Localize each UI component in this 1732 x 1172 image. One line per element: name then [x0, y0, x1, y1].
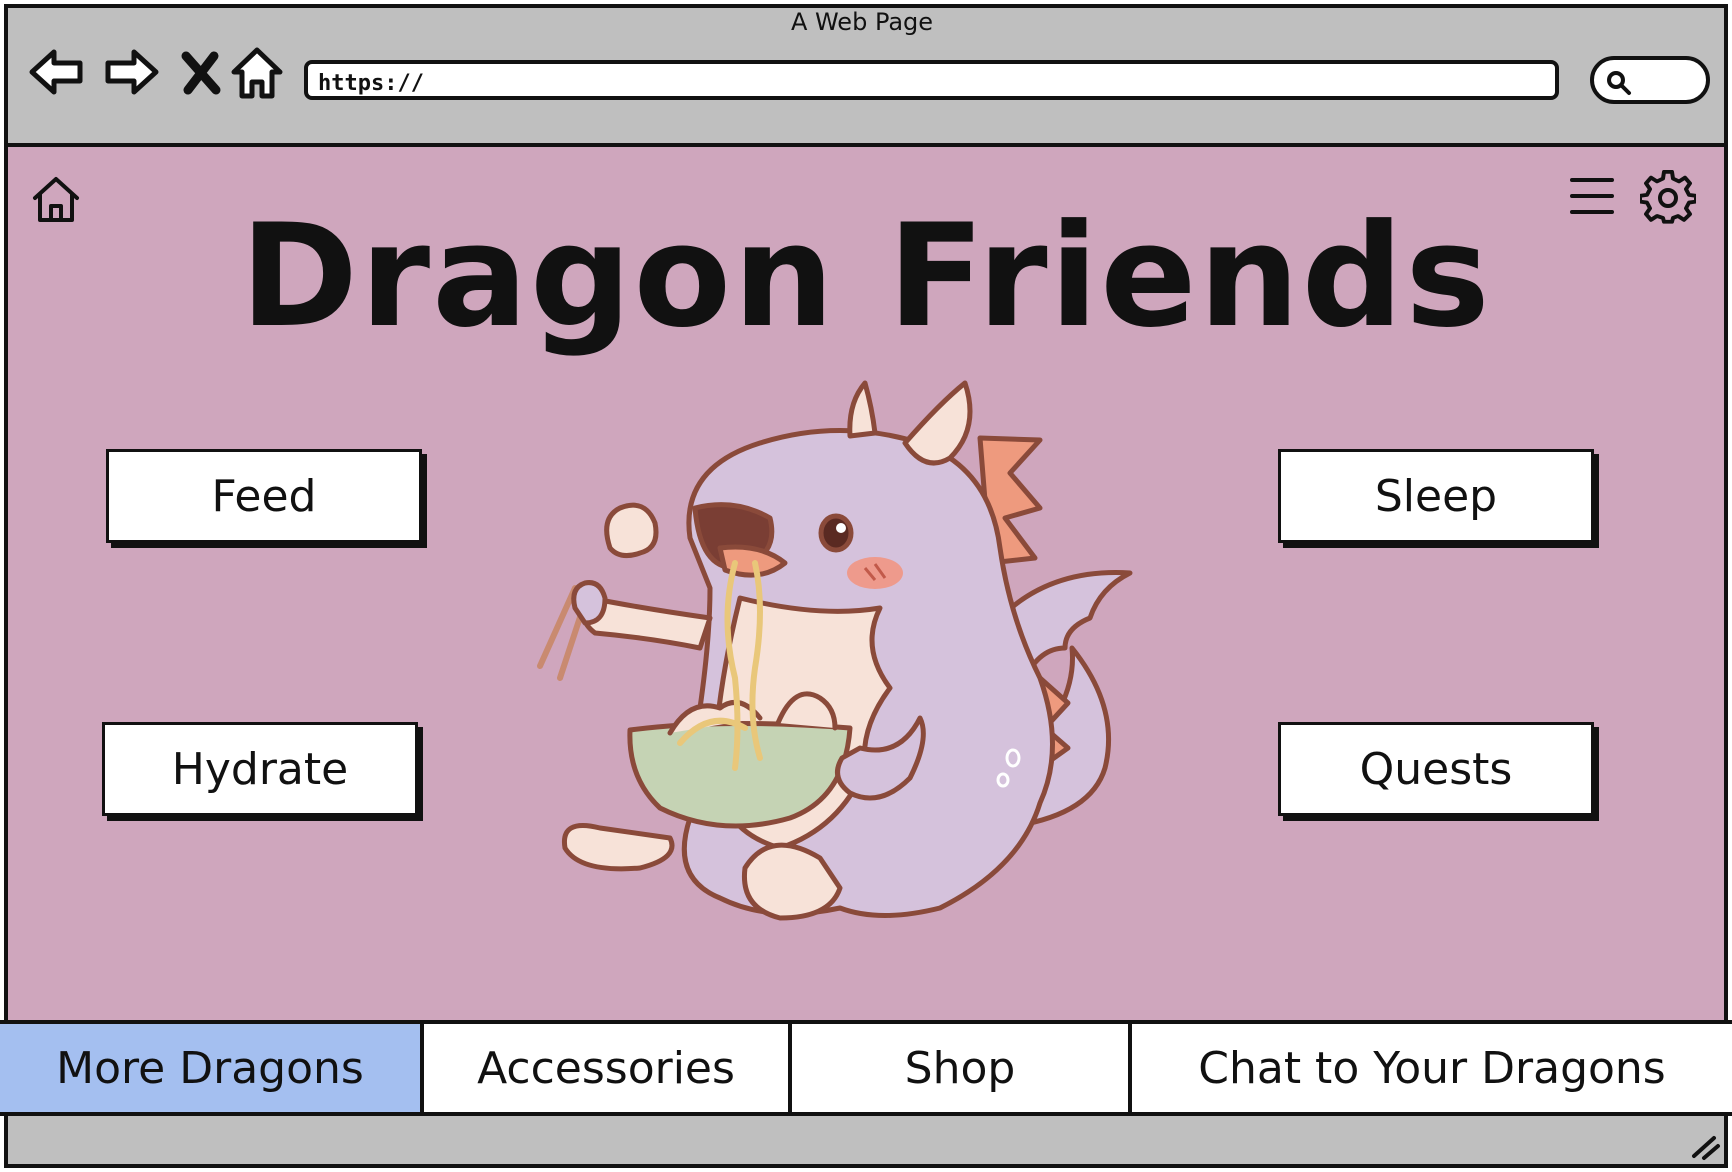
tab-accessories[interactable]: Accessories [424, 1024, 792, 1112]
page-title: Dragon Friends [240, 194, 1492, 359]
hydrate-button[interactable]: Hydrate [102, 722, 418, 816]
dragon-illustration [520, 348, 1200, 928]
feed-button[interactable]: Feed [106, 449, 422, 543]
sleep-button[interactable]: Sleep [1278, 449, 1594, 543]
url-input[interactable]: https:// [304, 60, 1559, 100]
quests-button[interactable]: Quests [1278, 722, 1594, 816]
bottom-tab-bar: More Dragons Accessories Shop Chat to Yo… [0, 1020, 1732, 1116]
tab-shop[interactable]: Shop [792, 1024, 1132, 1112]
close-x-icon[interactable] [170, 42, 232, 104]
tab-more-dragons[interactable]: More Dragons [0, 1024, 424, 1112]
home-icon[interactable] [226, 42, 288, 104]
resize-handle-icon[interactable] [1688, 1128, 1722, 1162]
browser-status-bar [4, 1116, 1728, 1168]
forward-arrow-icon[interactable] [100, 42, 162, 104]
tab-chat-to-your-dragons[interactable]: Chat to Your Dragons [1132, 1024, 1732, 1112]
browser-search-field[interactable] [1590, 56, 1710, 104]
back-arrow-icon[interactable] [26, 42, 88, 104]
magnifier-icon [1607, 71, 1631, 95]
browser-window-title: A Web Page [790, 8, 934, 36]
